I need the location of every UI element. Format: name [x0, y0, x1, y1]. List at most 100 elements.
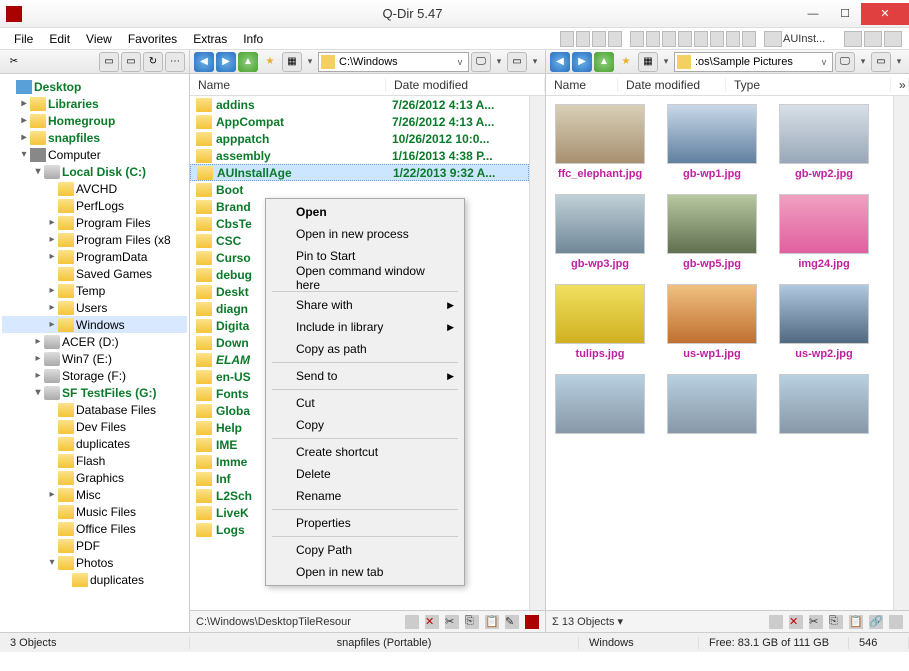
- tree-node[interactable]: ▸ProgramData: [2, 248, 187, 265]
- menu-item[interactable]: Delete: [268, 463, 462, 485]
- address-title[interactable]: AUInst...: [783, 33, 843, 45]
- thumbnail[interactable]: us-wp2.jpg: [778, 284, 870, 360]
- tree-node[interactable]: ▸Windows: [2, 316, 187, 333]
- file-row[interactable]: Boot: [190, 181, 529, 198]
- tree-node[interactable]: Saved Games: [2, 265, 187, 282]
- menu-file[interactable]: File: [6, 30, 41, 48]
- menu-edit[interactable]: Edit: [41, 30, 78, 48]
- tree-node[interactable]: ▾Computer: [2, 146, 187, 163]
- file-row[interactable]: addins7/26/2012 4:13 A...: [190, 96, 529, 113]
- layout-12-icon[interactable]: [742, 31, 756, 47]
- forward2-icon[interactable]: ▶: [572, 52, 592, 72]
- thumbnail[interactable]: [778, 374, 870, 434]
- layout-3-icon[interactable]: [592, 31, 606, 47]
- col2-type[interactable]: Type: [726, 78, 891, 92]
- layout-1-icon[interactable]: [560, 31, 574, 47]
- filter2-icon[interactable]: [769, 615, 783, 629]
- file-row[interactable]: apppatch10/26/2012 10:0...: [190, 130, 529, 147]
- layout-2-icon[interactable]: [576, 31, 590, 47]
- menu-item[interactable]: Create shortcut: [268, 441, 462, 463]
- tree-node[interactable]: PDF: [2, 537, 187, 554]
- file-row[interactable]: AppCompat7/26/2012 4:13 A...: [190, 113, 529, 130]
- filter-icon[interactable]: [405, 615, 419, 629]
- fav2-icon[interactable]: ★: [616, 52, 636, 72]
- monitor-icon[interactable]: 🖵: [471, 52, 491, 72]
- monitor2-icon[interactable]: 🖵: [835, 52, 855, 72]
- folder-tree[interactable]: Desktop▸Libraries▸Homegroup▸snapfiles▾Co…: [0, 74, 189, 632]
- col-more[interactable]: »: [891, 78, 909, 92]
- menu-item[interactable]: Open in new tab: [268, 561, 462, 583]
- thumbnail[interactable]: img24.jpg: [778, 194, 870, 270]
- menu-item[interactable]: Copy: [268, 414, 462, 436]
- tree-node[interactable]: ▾Local Disk (C:): [2, 163, 187, 180]
- menu-item[interactable]: Share with▶: [268, 294, 462, 316]
- network-icon[interactable]: [764, 31, 782, 47]
- tree-select-icon[interactable]: ✂: [4, 52, 24, 72]
- tree-node[interactable]: ▸Program Files (x8: [2, 231, 187, 248]
- copy-icon[interactable]: ⎘: [465, 615, 479, 629]
- opts-icon[interactable]: ▭: [507, 52, 527, 72]
- scrollbar2[interactable]: [893, 96, 909, 610]
- tree-node[interactable]: ▸snapfiles: [2, 129, 187, 146]
- tree-view1-icon[interactable]: ▭: [99, 52, 119, 72]
- view2-icon[interactable]: ▦: [638, 52, 658, 72]
- thumbnail[interactable]: [554, 374, 646, 434]
- file-row[interactable]: AUInstallAge1/22/2013 9:32 A...: [190, 164, 529, 181]
- layout-6-icon[interactable]: [646, 31, 660, 47]
- tree-node[interactable]: ▸Win7 (E:): [2, 350, 187, 367]
- minimize-button[interactable]: —: [797, 3, 829, 25]
- menu-item[interactable]: Open command window here: [268, 267, 462, 289]
- tree-node[interactable]: Music Files: [2, 503, 187, 520]
- fav-icon[interactable]: ★: [260, 52, 280, 72]
- paste-icon[interactable]: 📋: [485, 615, 499, 629]
- print-icon[interactable]: [844, 31, 862, 47]
- thumbnail[interactable]: tulips.jpg: [554, 284, 646, 360]
- path-input[interactable]: C:\Windows v: [318, 52, 469, 72]
- layout-4-icon[interactable]: [608, 31, 622, 47]
- tree-node[interactable]: Database Files: [2, 401, 187, 418]
- col2-date[interactable]: Date modified: [618, 78, 726, 92]
- back-icon[interactable]: ◀: [194, 52, 214, 72]
- menu-item[interactable]: Include in library▶: [268, 316, 462, 338]
- tree-node[interactable]: Flash: [2, 452, 187, 469]
- up-icon[interactable]: ▲: [238, 52, 258, 72]
- maximize-button[interactable]: ☐: [829, 3, 861, 25]
- view-dropdown-icon[interactable]: ▾: [304, 56, 316, 67]
- forward-icon[interactable]: ▶: [216, 52, 236, 72]
- view-mode-icon[interactable]: ▦: [282, 52, 302, 72]
- cut2-icon[interactable]: ✂: [809, 615, 823, 629]
- menu-item[interactable]: Cut: [268, 392, 462, 414]
- up2-icon[interactable]: ▲: [594, 52, 614, 72]
- menu-item[interactable]: Open: [268, 201, 462, 223]
- layout-8-icon[interactable]: [678, 31, 692, 47]
- layout-5-icon[interactable]: [630, 31, 644, 47]
- tree-node[interactable]: ▸Misc: [2, 486, 187, 503]
- menu-item[interactable]: Send to▶: [268, 365, 462, 387]
- tree-node[interactable]: PerfLogs: [2, 197, 187, 214]
- layout-9-icon[interactable]: [694, 31, 708, 47]
- menu-item[interactable]: Copy Path: [268, 539, 462, 561]
- copy2-icon[interactable]: ⎘: [829, 615, 843, 629]
- cut-icon[interactable]: ✂: [445, 615, 459, 629]
- menu-item[interactable]: Copy as path: [268, 338, 462, 360]
- edit-icon[interactable]: ✎: [505, 615, 519, 629]
- tree-node[interactable]: ▾SF TestFiles (G:): [2, 384, 187, 401]
- tree-node[interactable]: ▸Program Files: [2, 214, 187, 231]
- menu-item[interactable]: Open in new process: [268, 223, 462, 245]
- tree-node[interactable]: ▸Temp: [2, 282, 187, 299]
- tree-node[interactable]: Desktop: [2, 78, 187, 95]
- tree-node[interactable]: ▾Photos: [2, 554, 187, 571]
- tree-node[interactable]: Graphics: [2, 469, 187, 486]
- file-row[interactable]: assembly1/16/2013 4:38 P...: [190, 147, 529, 164]
- layout-7-icon[interactable]: [662, 31, 676, 47]
- menu-view[interactable]: View: [78, 30, 120, 48]
- rec-icon[interactable]: [525, 615, 539, 629]
- menu-item[interactable]: Rename: [268, 485, 462, 507]
- tree-node[interactable]: Dev Files: [2, 418, 187, 435]
- tree-node[interactable]: ▸Users: [2, 299, 187, 316]
- scrollbar[interactable]: [529, 96, 545, 610]
- tree-node[interactable]: ▸Libraries: [2, 95, 187, 112]
- link-icon[interactable]: 🔗: [869, 615, 883, 629]
- context-menu[interactable]: OpenOpen in new processPin to StartOpen …: [265, 198, 465, 586]
- layout-11-icon[interactable]: [726, 31, 740, 47]
